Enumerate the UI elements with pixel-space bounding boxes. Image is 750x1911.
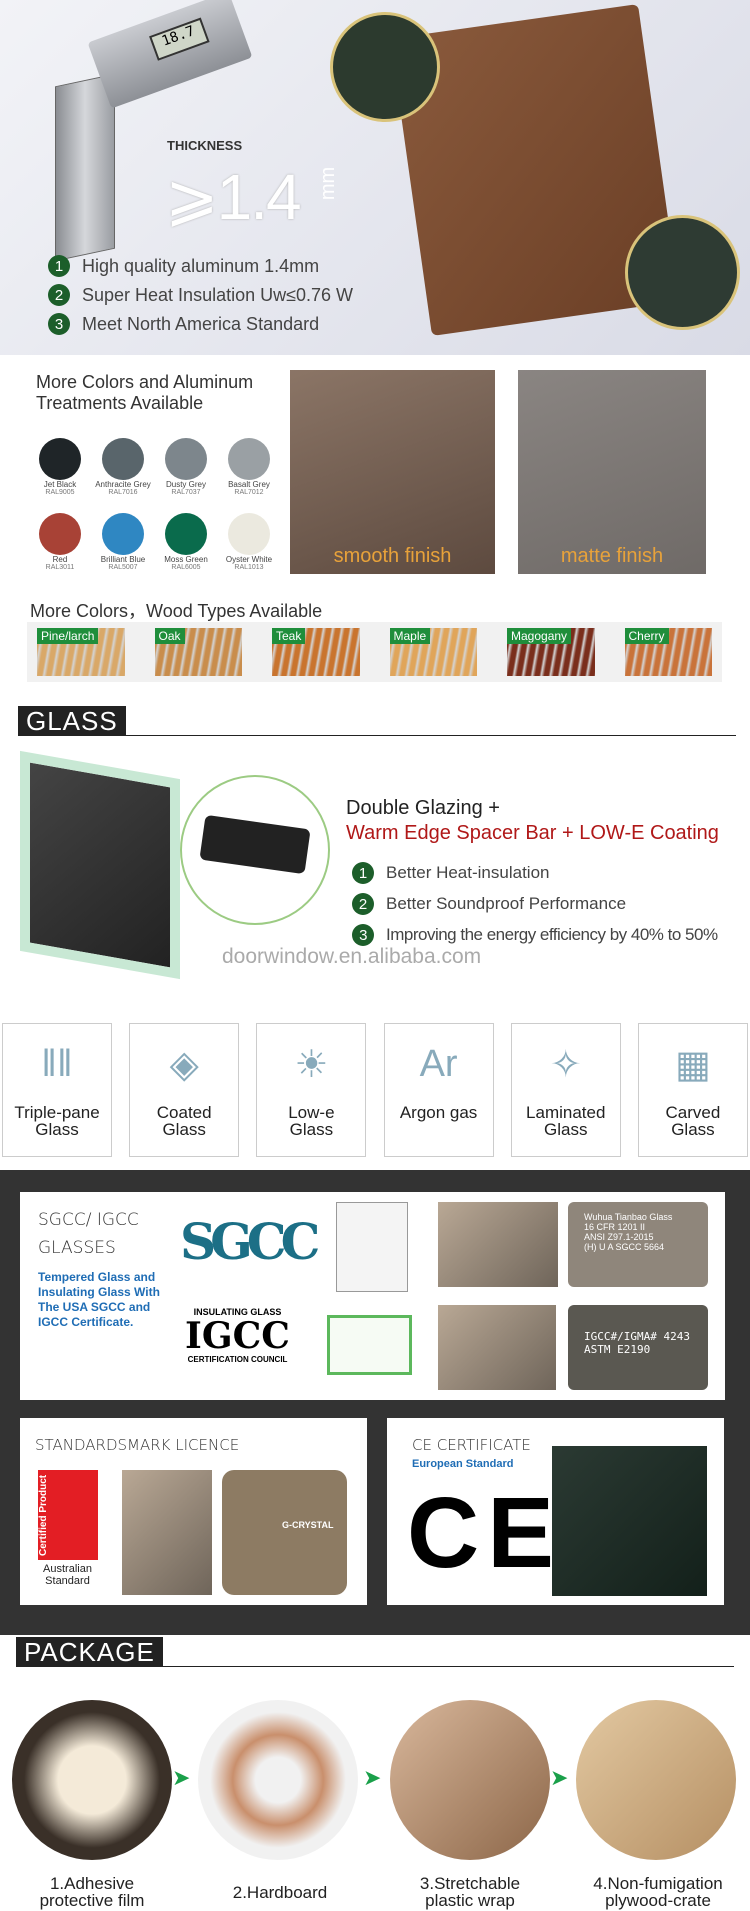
glass-line2: Warm Edge Spacer Bar + LOW-E Coating <box>346 822 719 844</box>
finish-label: matte finish <box>560 545 664 567</box>
certificates-section: SGCC/ IGCC GLASSES Tempered Glass and In… <box>0 1170 750 1635</box>
sgcc-description: Tempered Glass and Insulating Glass With… <box>38 1270 160 1329</box>
glass-feature: 1 Better Heat-insulation <box>352 862 549 884</box>
finish-label: smooth finish <box>333 545 452 567</box>
swatch-circle <box>228 438 270 480</box>
glass-line1: Double Glazing + <box>346 797 500 819</box>
sgcc-title: SGCC/ IGCC <box>38 1210 139 1230</box>
thickness-unit: mm <box>317 166 340 201</box>
standardsmark-stamp: G-CRYSTAL <box>222 1470 347 1595</box>
glass-feature: 3 Improving the energy efficiency by 40% … <box>352 924 718 946</box>
igcc-stamp: IGCC#/IGMA# 4243 ASTM E2190 <box>568 1305 708 1390</box>
arrow-right-icon: ➤ <box>363 1765 382 1790</box>
glass-type-card: ‖‖ Triple-pane Glass <box>2 1023 112 1157</box>
wood-swatch: Maple <box>389 628 477 676</box>
package-step-label: 4.Non-fumigation plywood-crate <box>593 1874 723 1910</box>
wood-types: Pine/larch Oak Teak Maple Magogany Cherr… <box>27 622 722 682</box>
caliper-image: 18.7 <box>87 0 253 109</box>
package-step-image-wrap <box>390 1700 550 1860</box>
glass-type-icon: ☀ <box>294 1043 329 1086</box>
igcc-logo: INSULATING GLASS IGCC CERTIFICATION COUN… <box>185 1307 290 1364</box>
matte-finish-image: matte finish <box>518 370 706 574</box>
package-step-label: 1.Adhesive protective film <box>39 1874 145 1910</box>
package-step-image-hardboard <box>198 1700 358 1860</box>
ce-subtitle: European Standard <box>412 1458 514 1470</box>
swatch-circle <box>228 513 270 555</box>
swatch-circle <box>102 438 144 480</box>
glass-type-card: ✧ Laminated Glass <box>510 1023 621 1157</box>
glass-type-card: ▦ Carved Glass <box>637 1023 748 1157</box>
spacer-bar-detail <box>180 775 330 925</box>
standardsmark-photo <box>122 1470 212 1595</box>
glass-types: ‖‖ Triple-pane Glass ◈ Coated Glass ☀ Low-e Glas… <box>0 1023 750 1157</box>
smooth-finish-image: smooth finish <box>290 370 495 574</box>
watermark: doorwindow.en.alibaba.com <box>222 945 482 968</box>
package-step-image-film <box>12 1700 172 1860</box>
ce-logo: CE <box>407 1477 562 1589</box>
australian-standard-label: Australian Standard <box>43 1563 92 1587</box>
color-swatch: Basalt Grey RAL7012 <box>209 438 289 496</box>
swatch-circle <box>39 438 81 480</box>
sgcc-stamp: Wuhua Tianbao Glass 16 CFR 1201 II ANSI Z9… <box>568 1202 708 1287</box>
swatch-circle <box>165 513 207 555</box>
detail-circle-top <box>330 12 440 122</box>
ce-glass-photo <box>552 1446 707 1596</box>
color-swatch: Oyster White RAL1013 <box>209 513 289 571</box>
swatch-circle <box>102 513 144 555</box>
wood-swatch: Oak <box>154 628 242 676</box>
detail-circle-bottom <box>625 215 740 330</box>
insulated-glass-diagram <box>20 750 180 980</box>
package-step-label: 2.Hardboard <box>232 1883 328 1902</box>
wood-title: More Colors，Wood Types Available <box>30 601 323 621</box>
hero-feature: 2 Super Heat Insulation Uw≤0.76 W <box>48 284 353 306</box>
swatch-circle <box>165 438 207 480</box>
caliper-reading: 18.7 <box>149 17 210 61</box>
package-step-image-crate <box>576 1700 736 1860</box>
colors-title: More Colors and Aluminum Treatments Avail… <box>36 372 254 413</box>
sgcc-certificate-document <box>336 1202 408 1292</box>
glass-type-icon: ◈ <box>169 1043 199 1086</box>
sgcc-glass-photo <box>438 1202 558 1287</box>
wood-swatch: Pine/larch <box>37 628 125 676</box>
glass-type-icon: ▦ <box>674 1043 711 1086</box>
glass-type-card: Ar Argon gas <box>383 1023 494 1157</box>
hero-feature: 1 High quality aluminum 1.4mm <box>48 255 319 277</box>
thickness-label: THICKNESS <box>167 138 243 153</box>
ce-title: CE CERTIFICATE <box>412 1436 531 1454</box>
glass-type-icon: ✧ <box>549 1043 582 1086</box>
arrow-right-icon: ➤ <box>550 1765 569 1790</box>
standardsmark-title: STANDARDSMARK LICENCE <box>35 1436 240 1454</box>
glass-type-card: ◈ Coated Glass <box>129 1023 240 1157</box>
wood-swatch: Cherry <box>624 628 712 676</box>
thickness-value: ⩾1.4 <box>165 161 302 233</box>
hero-banner: 18.7 THICKNESS ⩾1.4 mm 1 High quality alu… <box>0 0 750 355</box>
wood-swatch: Teak <box>272 628 360 676</box>
glass-type-icon: Ar <box>419 1042 458 1085</box>
sgcc-title2: GLASSES <box>38 1238 116 1258</box>
hero-feature: 3 Meet North America Standard <box>48 313 319 335</box>
glass-feature: 2 Better Soundproof Performance <box>352 893 626 915</box>
sgcc-logo: SGCC <box>180 1212 320 1271</box>
sgcc-card: SGCC/ IGCC GLASSES Tempered Glass and In… <box>20 1192 725 1400</box>
aluminum-profile-image <box>55 73 115 262</box>
glass-section-header: GLASS <box>18 706 736 736</box>
glass-type-icon: ‖‖ <box>41 1042 73 1085</box>
ce-card: CE CERTIFICATE European Standard CE <box>387 1418 724 1605</box>
standardsmark-card: STANDARDSMARK LICENCE Certified Product … <box>20 1418 367 1605</box>
glass-type-card: ☀ Low-e Glass <box>256 1023 367 1157</box>
igcc-glass-photo <box>438 1305 556 1390</box>
igcc-certificate-document <box>327 1315 412 1375</box>
wood-swatch: Magogany <box>507 628 595 676</box>
arrow-right-icon: ➤ <box>172 1765 191 1790</box>
certified-product-logo: Certified Product <box>38 1470 98 1560</box>
package-section-header: PACKAGE <box>16 1637 734 1667</box>
package-step-label: 3.Stretchable plastic wrap <box>419 1874 521 1910</box>
swatch-circle <box>39 513 81 555</box>
